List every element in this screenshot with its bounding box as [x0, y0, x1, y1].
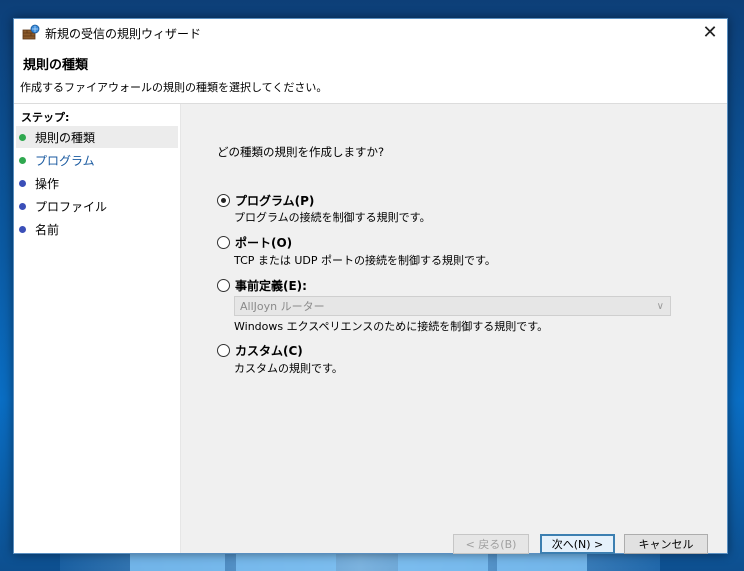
wizard-window: 新規の受信の規則ウィザード ✕ 規則の種類 作成するファイアウォールの規則の種類…: [13, 18, 728, 554]
close-icon: ✕: [702, 22, 718, 43]
title-bar[interactable]: 新規の受信の規則ウィザード ✕: [14, 19, 727, 46]
main-content: どの種類の規則を作成しますか? プログラム(P) プログラムの接続を制御する規則…: [181, 104, 727, 554]
program-radio-label[interactable]: プログラム(P): [235, 192, 314, 209]
step-status-dot-icon: [19, 202, 26, 210]
option-predefined[interactable]: 事前定義(E):: [217, 277, 307, 294]
custom-radio[interactable]: [217, 344, 230, 357]
wizard-header: 規則の種類 作成するファイアウォールの規則の種類を選択してください。: [14, 46, 727, 104]
next-button[interactable]: 次へ(N) >: [540, 534, 615, 554]
predefined-radio-label[interactable]: 事前定義(E):: [235, 277, 307, 294]
port-radio[interactable]: [217, 236, 230, 249]
step-status-dot-icon: [19, 156, 26, 164]
step-label: 操作: [35, 176, 60, 191]
cancel-button[interactable]: キャンセル: [624, 534, 708, 554]
desktop-window-pane: [398, 552, 488, 571]
predefined-description: Windows エクスペリエンスのために接続を制御する規則です。: [234, 320, 549, 333]
option-custom[interactable]: カスタム(C): [217, 342, 303, 359]
step-rule-type[interactable]: 規則の種類: [16, 126, 178, 148]
predefined-rule-select: AllJoyn ルーター ∨: [234, 296, 671, 316]
custom-description: カスタムの規則です。: [234, 362, 343, 375]
rule-type-question: どの種類の規則を作成しますか?: [217, 145, 385, 159]
custom-radio-label[interactable]: カスタム(C): [235, 342, 303, 359]
step-label: 名前: [35, 222, 60, 237]
desktop-window-pane: [497, 552, 587, 571]
option-program[interactable]: プログラム(P): [217, 192, 314, 209]
step-name: 名前: [16, 218, 178, 240]
step-status-dot-icon: [19, 179, 26, 187]
desktop-window-pane: [130, 552, 225, 571]
window-title: 新規の受信の規則ウィザード: [45, 27, 202, 41]
page-subtitle: 作成するファイアウォールの規則の種類を選択してください。: [20, 81, 328, 94]
program-radio[interactable]: [217, 194, 230, 207]
predefined-select-value: AllJoyn ルーター: [240, 300, 325, 313]
steps-heading: ステップ:: [21, 111, 70, 124]
firewall-app-icon: [22, 24, 40, 40]
step-label: プロファイル: [35, 199, 108, 214]
page-title: 規則の種類: [23, 58, 89, 73]
back-button[interactable]: < 戻る(B): [453, 534, 529, 554]
step-label: 規則の種類: [35, 130, 96, 145]
predefined-radio[interactable]: [217, 279, 230, 292]
chevron-down-icon: ∨: [656, 300, 664, 312]
steps-panel: ステップ: 規則の種類 プログラム 操作 プロファイル 名前: [14, 104, 181, 553]
step-profile: プロファイル: [16, 195, 178, 217]
desktop-window-pane: [236, 552, 336, 571]
close-button[interactable]: ✕: [693, 19, 727, 46]
step-status-dot-icon: [19, 225, 26, 233]
program-description: プログラムの接続を制御する規則です。: [234, 211, 431, 224]
step-label: プログラム: [35, 153, 95, 168]
step-program[interactable]: プログラム: [16, 149, 178, 171]
option-port[interactable]: ポート(O): [217, 234, 292, 251]
step-action: 操作: [16, 172, 178, 194]
port-description: TCP または UDP ポートの接続を制御する規則です。: [234, 254, 496, 267]
step-status-dot-icon: [19, 133, 26, 141]
port-radio-label[interactable]: ポート(O): [235, 234, 292, 251]
